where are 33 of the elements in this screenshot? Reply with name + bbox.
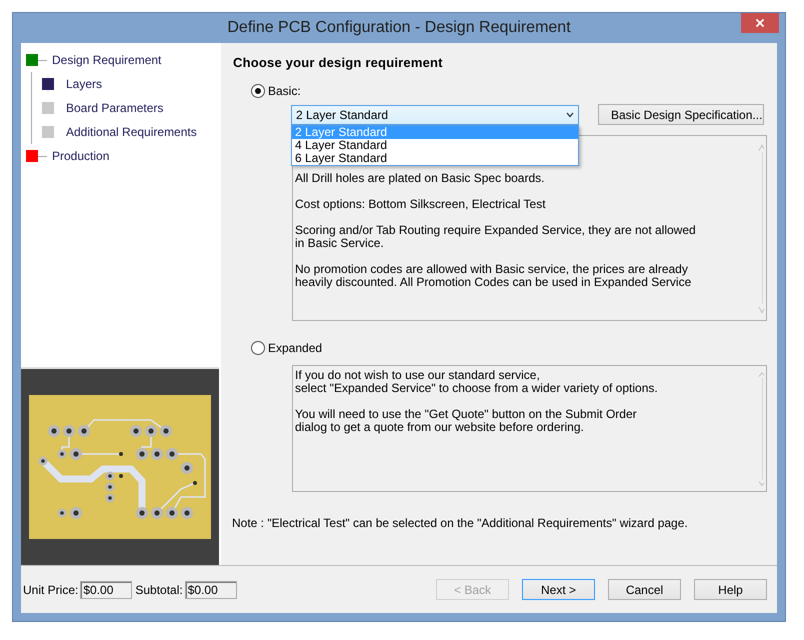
dropdown-option[interactable]: 4 Layer Standard [292, 139, 578, 152]
unit-price-field[interactable]: $0.00 [80, 580, 132, 599]
window-title: Define PCB Configuration - Design Requirement [227, 19, 571, 37]
radio-indicator[interactable] [251, 341, 265, 355]
radio-button[interactable]: Expanded [251, 341, 767, 355]
note-text: Note : "Electrical Test" can be selected on the "Additional Requirements" wizard page. [232, 516, 689, 530]
wizard-button[interactable]: Next > [522, 579, 595, 600]
layer-dropdown[interactable]: 2 Layer Standard [291, 104, 579, 124]
radio-indicator[interactable] [251, 84, 265, 98]
description-text: You will need to use the "Get Quote" button on the Submit Order dialog to get a quote from our website before ordering. [295, 408, 638, 434]
subtotal-field[interactable]: $0.00 [184, 580, 237, 599]
radio-label: Expanded [268, 341, 322, 355]
close-button[interactable] [741, 13, 779, 33]
radio-label: Basic: [268, 84, 301, 98]
radio-button[interactable]: Basic: [251, 84, 767, 98]
step-label[interactable]: Production [52, 149, 110, 163]
unit-price-label: Unit Price: [23, 582, 78, 597]
step-label[interactable]: Board Parameters [66, 101, 164, 115]
description-text: All Drill holes are plated on Basic Spec boards. [295, 172, 546, 185]
dropdown-option[interactable]: 6 Layer Standard [292, 152, 578, 165]
specification-button[interactable]: Basic Design Specification... [598, 104, 764, 125]
subtotal-label: Subtotal: [135, 582, 183, 597]
description-text: No promotion codes are allowed with Basic service, the prices are already heavily discounted. All Promotion Codes can be used in Expanded Service [295, 263, 692, 289]
close-icon [755, 18, 765, 28]
section-heading: Choose your design requirement [233, 55, 444, 70]
description-text: Scoring and/or Tab Routing require Expanded Service, they are not allowed in Basic Service. [295, 224, 697, 250]
step-label[interactable]: Layers [66, 77, 102, 91]
wizard-button[interactable]: Cancel [608, 579, 681, 600]
step-label[interactable]: Additional Requirements [66, 125, 197, 139]
step-label[interactable]: Design Requirement [52, 53, 162, 67]
description-text: If you do not wish to use our standard service, select "Expanded Service" to choose from a wider variety of options. [295, 369, 659, 395]
description-text: Cost options: Bottom Silkscreen, Electrical Test [295, 198, 547, 211]
wizard-button[interactable]: Help [694, 579, 767, 600]
